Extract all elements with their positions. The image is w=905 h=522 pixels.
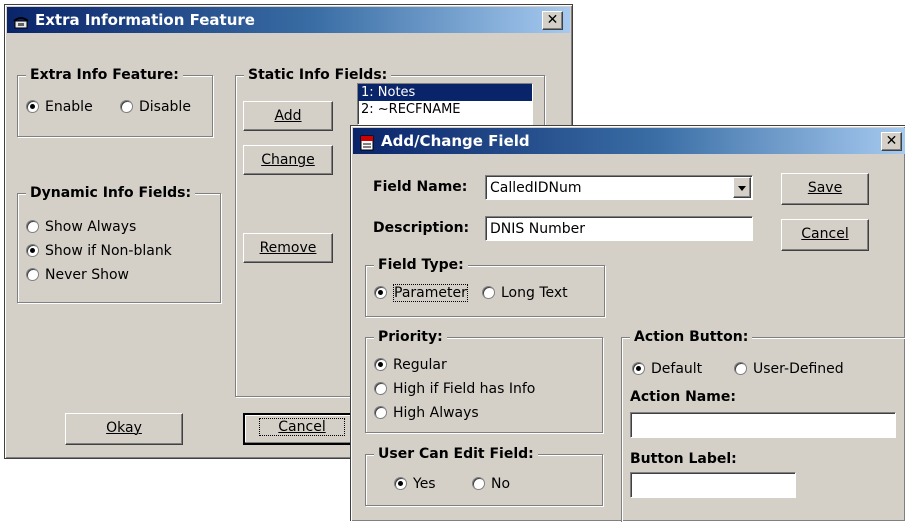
never-show-radio[interactable]: Never Show [26,266,129,284]
radio-checked-icon [26,244,39,257]
long-text-radio[interactable]: Long Text [482,284,568,302]
phone-app-icon [13,12,29,29]
disable-radio[interactable]: Disable [120,98,191,116]
add-button[interactable]: Add [243,101,333,131]
field-type-group: Field Type: Parameter Long Text [365,256,605,317]
focus-indicator: Cancel [259,418,345,436]
cancel-button[interactable]: Cancel [243,413,361,445]
radio-unchecked-icon [26,220,39,233]
radio-unchecked-icon [120,100,133,113]
dynamic-info-fields-group: Dynamic Info Fields: Show Always Show if… [17,184,221,303]
save-button[interactable]: Save [781,173,869,205]
dialog-title: Add/Change Field [381,132,530,150]
remove-button[interactable]: Remove [243,233,333,263]
button-label-label: Button Label: [630,451,737,467]
default-radio[interactable]: Default [632,360,702,378]
list-item[interactable]: 1: Notes [358,84,532,101]
extra-info-titlebar[interactable]: Extra Information Feature [7,7,570,33]
radio-checked-icon [26,100,39,113]
radio-checked-icon [374,358,387,371]
dynamic-info-fields-legend: Dynamic Info Fields: [26,184,196,202]
radio-unchecked-icon [734,362,747,375]
dialog-titlebar[interactable]: Add/Change Field [353,128,905,154]
field-type-legend: Field Type: [374,256,468,274]
description-input[interactable]: DNIS Number [485,216,753,241]
show-if-nonblank-radio[interactable]: Show if Non-blank [26,242,172,260]
enable-radio[interactable]: Enable [26,98,93,116]
radio-checked-icon [374,286,387,299]
high-always-radio[interactable]: High Always [374,404,479,422]
yes-radio[interactable]: Yes [394,475,436,493]
static-fields-list[interactable]: 1: Notes 2: ~RECFNAME [357,83,533,125]
button-label-input[interactable] [630,472,796,498]
description-label: Description: [373,220,470,236]
action-name-input[interactable] [630,412,896,438]
close-icon[interactable]: ✕ [881,132,902,151]
priority-group: Priority: Regular High if Field has Info… [365,328,603,433]
parameter-radio[interactable]: Parameter [374,284,468,302]
chevron-down-icon[interactable] [733,177,751,198]
radio-unchecked-icon [472,477,485,490]
action-name-label: Action Name: [630,389,736,405]
list-item[interactable]: 2: ~RECFNAME [358,101,532,118]
radio-unchecked-icon [374,382,387,395]
cancel-button[interactable]: Cancel [781,219,869,251]
extra-info-feature-group: Extra Info Feature: Enable Disable [17,66,213,137]
action-button-group: Action Button: Default User-Defined Acti… [621,328,905,522]
action-button-legend: Action Button: [630,328,753,346]
high-if-info-radio[interactable]: High if Field has Info [374,380,535,398]
window-title: Extra Information Feature [35,11,255,29]
field-name-label: Field Name: [373,179,468,195]
change-button[interactable]: Change [243,145,333,175]
no-radio[interactable]: No [472,475,510,493]
priority-legend: Priority: [374,328,447,346]
regular-radio[interactable]: Regular [374,356,447,374]
add-change-field-dialog: Add/Change Field ✕ Field Name: CalledIDN… [350,125,905,522]
radio-unchecked-icon [482,286,495,299]
close-icon[interactable]: ✕ [542,11,563,30]
radio-checked-icon [394,477,407,490]
okay-button[interactable]: Okay [65,413,183,445]
radio-unchecked-icon [374,406,387,419]
user-can-edit-legend: User Can Edit Field: [374,445,538,463]
extra-info-feature-legend: Extra Info Feature: [26,66,183,84]
user-can-edit-group: User Can Edit Field: Yes No [365,445,603,506]
radio-unchecked-icon [26,268,39,281]
show-always-radio[interactable]: Show Always [26,218,136,236]
radio-checked-icon [632,362,645,375]
user-defined-radio[interactable]: User-Defined [734,360,844,378]
field-name-combobox[interactable]: CalledIDNum [485,175,753,200]
static-info-fields-legend: Static Info Fields: [244,66,392,84]
notepad-icon [359,133,375,151]
